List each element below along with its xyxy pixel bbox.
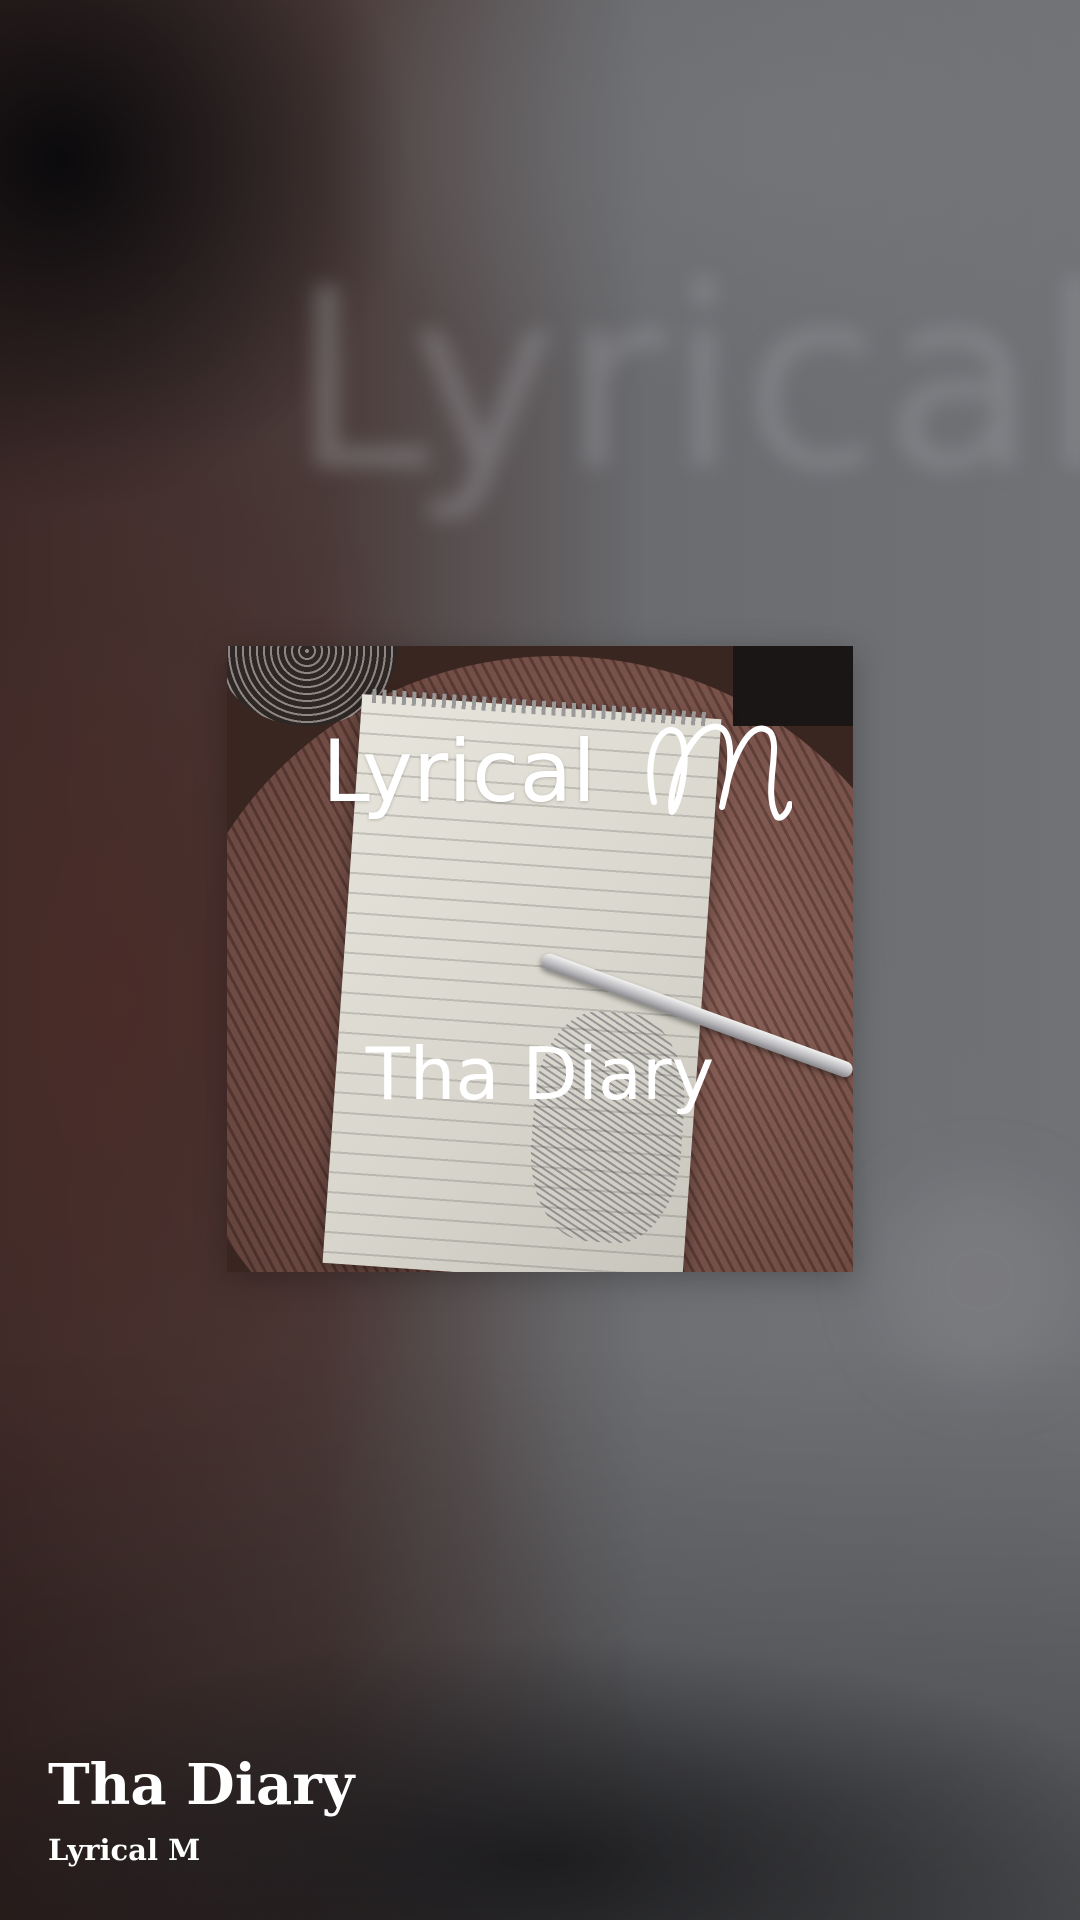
album-artwork[interactable]: Lyrical Tha Diary [227,646,853,1272]
track-artist[interactable]: Lyrical M [48,1836,200,1865]
artwork-subtitle: Tha Diary [365,1032,715,1116]
artwork-title: Lyrical [322,722,597,822]
now-playing-screen: Lyrical Lyrical Tha Diary Tha Diary Lyri… [0,0,1080,1920]
track-title: Tha Diary [48,1752,355,1818]
artwork-m-logo [647,723,792,821]
